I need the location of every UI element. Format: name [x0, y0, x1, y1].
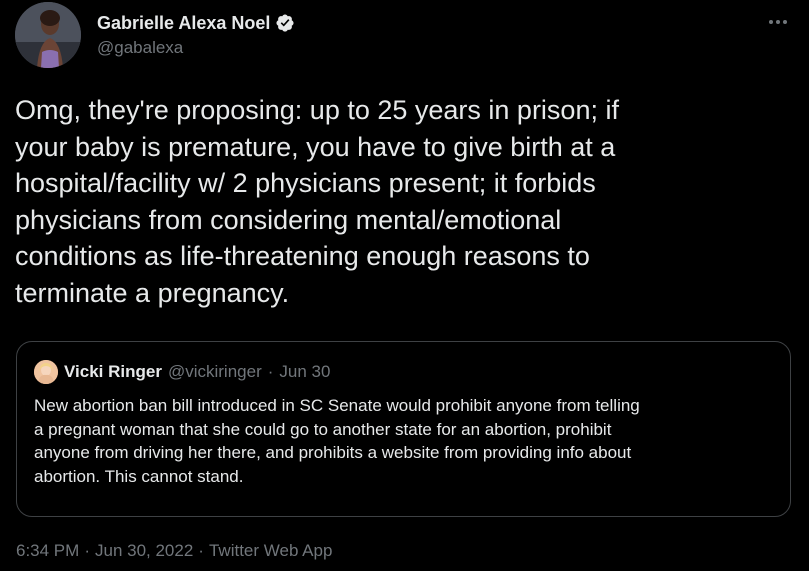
quoted-author-avatar	[34, 360, 58, 384]
more-options-button[interactable]	[760, 8, 796, 36]
author-name[interactable]: Gabrielle Alexa Noel	[97, 13, 270, 34]
tweet: Gabrielle Alexa Noel @gabalexa Omg, they…	[0, 0, 809, 571]
meta-separator: ·	[198, 541, 204, 560]
meta-separator: ·	[84, 541, 90, 560]
quoted-author-handle: @vickiringer	[167, 362, 262, 381]
tweet-time[interactable]: 6:34 PM	[16, 541, 79, 561]
author-handle[interactable]: @gabalexa	[97, 38, 183, 58]
tweet-text: Omg, they're proposing: up to 25 years i…	[15, 95, 619, 308]
tweet-date[interactable]: Jun 30, 2022	[95, 541, 193, 561]
author-name-row: Gabrielle Alexa Noel	[97, 10, 295, 36]
quoted-tweet-date: Jun 30	[279, 362, 331, 381]
more-options-icon	[769, 20, 787, 24]
quoted-tweet-header: Vicki Ringer @vickiringer · Jun 30	[34, 359, 330, 385]
quoted-separator: ·	[267, 362, 274, 381]
quoted-tweet-text: New abortion ban bill introduced in SC S…	[34, 396, 640, 486]
quoted-author-name: Vicki Ringer	[64, 362, 162, 381]
tweet-metadata: 6:34 PM · Jun 30, 2022 · Twitter Web App	[16, 541, 332, 561]
tweet-source[interactable]: Twitter Web App	[209, 541, 332, 561]
author-avatar[interactable]	[15, 2, 81, 68]
author-avatar-image	[15, 2, 81, 68]
verified-badge-icon	[275, 13, 295, 33]
quoted-tweet-card[interactable]: Vicki Ringer @vickiringer · Jun 30 New a…	[16, 341, 791, 517]
